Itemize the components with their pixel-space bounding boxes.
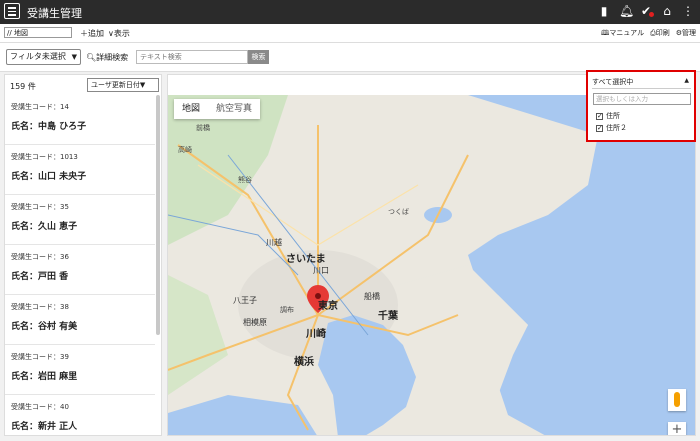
search-icon: 🔍︎: [86, 53, 97, 62]
checkbox-checked-icon[interactable]: ✓: [596, 124, 603, 132]
list-item[interactable]: 受講生コード：35 氏名：久山 恵子: [5, 195, 155, 245]
student-code: 受講生コード：39: [11, 353, 69, 361]
map-label: 川口: [313, 266, 329, 275]
sort-select[interactable]: ユーザ更新日付▼: [87, 78, 159, 92]
filter-toolbar: フィルタ未選択▼ 🔍︎詳細検索 検索: [0, 43, 700, 72]
student-name: 氏名：山口 未央子: [11, 172, 87, 182]
location-filter-dropdown: すべて選択中 ▲ 選択もしくは入力 ✓ 住所 ✓ 住所２: [586, 70, 696, 142]
student-code: 受講生コード：38: [11, 303, 69, 311]
app-title: 受講生管理: [27, 7, 82, 20]
list-item[interactable]: 受講生コード：36 氏名：戸田 香: [5, 245, 155, 295]
map-label: 千葉: [378, 311, 398, 322]
list-item[interactable]: 受講生コード：14 氏名：中島 ひろ子: [5, 95, 155, 145]
map-label: つくば: [388, 208, 409, 216]
map-label: 船橋: [364, 292, 380, 301]
student-code: 受講生コード：35: [11, 203, 69, 211]
show-button[interactable]: ∨表示: [108, 28, 130, 39]
student-name: 氏名：谷村 有美: [11, 322, 78, 332]
map-label: 高崎: [178, 146, 192, 154]
manual-link[interactable]: 🕮︎マニュアル: [601, 28, 644, 40]
student-code: 受講生コード：14: [11, 103, 69, 111]
more-icon[interactable]: ⋮: [682, 4, 694, 18]
map-type-map-button[interactable]: 地図: [174, 99, 208, 119]
caret-up-icon: ▲: [684, 77, 689, 84]
list-item[interactable]: 受講生コード：40 氏名：新井 正人: [5, 395, 155, 435]
result-count: 159 件: [10, 82, 36, 91]
checkbox-checked-icon[interactable]: ✓: [596, 112, 603, 120]
map-label: 東京: [318, 301, 338, 312]
student-name: 氏名：戸田 香: [11, 272, 69, 282]
location-option-address2[interactable]: ✓ 住所２: [596, 123, 627, 133]
hamburger-menu-icon[interactable]: [4, 3, 20, 19]
zoom-in-button[interactable]: +: [668, 422, 686, 435]
street-view-pegman-icon[interactable]: [668, 389, 686, 411]
detail-search-button[interactable]: 🔍︎詳細検索: [86, 52, 128, 63]
student-name: 氏名：久山 恵子: [11, 222, 78, 232]
list-item[interactable]: 受講生コード：38 氏名：谷村 有美: [5, 295, 155, 345]
map-type-satellite-button[interactable]: 航空写真: [208, 99, 260, 119]
map-label: 川崎: [306, 329, 326, 340]
map-label: 八王子: [233, 296, 257, 305]
map-label: 熊谷: [238, 176, 252, 184]
map-type-control: 地図 航空写真: [174, 99, 261, 119]
view-toolbar: // 地図 ＋追加 ∨表示 🕮︎マニュアル ⎙印刷 ⚙管理: [0, 24, 700, 43]
app-header: 受講生管理 ▮ 🔔︎ ✔ ⌂ ⋮: [0, 0, 700, 24]
text-search-input[interactable]: [136, 50, 248, 64]
map-label: 前橋: [196, 124, 210, 132]
add-button[interactable]: ＋追加: [80, 28, 104, 39]
check-icon[interactable]: ✔: [640, 4, 654, 18]
map-canvas[interactable]: さいたま 東京 千葉 川崎 横浜 川越 川口 船橋 八王子 相模原 高崎 前橋 …: [168, 95, 695, 435]
student-code: 受講生コード：36: [11, 253, 69, 261]
location-filter-search-input[interactable]: 選択もしくは入力: [593, 93, 691, 105]
student-list: 受講生コード：14 氏名：中島 ひろ子 受講生コード：1013 氏名：山口 未央…: [5, 95, 155, 435]
map-label: さいたま: [286, 254, 326, 265]
list-item[interactable]: 受講生コード：39 氏名：岩田 麻里: [5, 345, 155, 395]
student-name: 氏名：岩田 麻里: [11, 372, 78, 382]
search-button[interactable]: 検索: [248, 50, 269, 64]
print-link[interactable]: ⎙印刷: [650, 28, 670, 40]
zoom-control: + −: [668, 422, 686, 435]
bookmark-icon[interactable]: ▮: [598, 4, 610, 18]
filter-select[interactable]: フィルタ未選択 ▼: [6, 49, 81, 65]
student-list-panel: 159 件 ユーザ更新日付▼ 受講生コード：14 氏名：中島 ひろ子 受講生コー…: [4, 74, 162, 436]
location-filter-header[interactable]: すべて選択中 ▲: [592, 77, 691, 89]
chevron-down-icon: ▼: [71, 53, 77, 61]
map-label: 相模原: [243, 318, 267, 327]
view-select[interactable]: // 地図: [4, 27, 72, 38]
student-code: 受講生コード：1013: [11, 153, 78, 161]
student-name: 氏名：新井 正人: [11, 422, 78, 432]
list-scrollbar[interactable]: [156, 95, 160, 335]
student-name: 氏名：中島 ひろ子: [11, 122, 87, 132]
home-icon[interactable]: ⌂: [661, 4, 673, 18]
location-option-address[interactable]: ✓ 住所: [596, 111, 620, 121]
map-label: 横浜: [294, 357, 314, 368]
map-graphics: [168, 95, 695, 435]
admin-link[interactable]: ⚙管理: [676, 28, 696, 40]
student-code: 受講生コード：40: [11, 403, 69, 411]
map-label: 調布: [280, 306, 294, 314]
bell-icon[interactable]: 🔔︎: [619, 4, 634, 18]
list-item[interactable]: 受講生コード：1013 氏名：山口 未央子: [5, 145, 155, 195]
map-label: 川越: [266, 238, 282, 247]
